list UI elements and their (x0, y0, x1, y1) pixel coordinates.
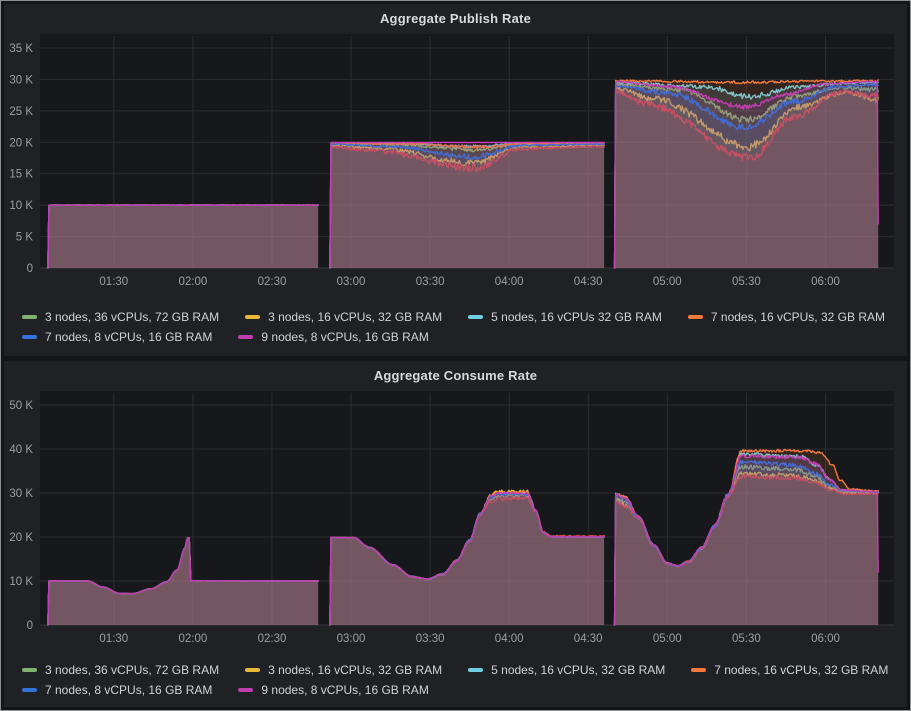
legend-item[interactable]: 3 nodes, 36 vCPUs, 72 GB RAM (22, 663, 219, 677)
legend-label: 9 nodes, 8 vCPUs, 16 GB RAM (261, 330, 428, 344)
x-axis-labels: 01:30 02:00 02:30 03:00 03:30 04:00 04:30 05:00… (99, 276, 839, 288)
legend-label: 9 nodes, 8 vCPUs, 16 GB RAM (261, 683, 428, 697)
svg-text:03:30: 03:30 (416, 276, 445, 288)
legend-label: 3 nodes, 16 vCPUs, 32 GB RAM (268, 663, 442, 677)
legend-item[interactable]: 7 nodes, 8 vCPUs, 16 GB RAM (22, 683, 212, 697)
series-swatch-icon (22, 335, 37, 339)
svg-text:04:00: 04:00 (495, 633, 524, 645)
svg-text:02:30: 02:30 (258, 633, 287, 645)
panel-aggregate-publish-rate: Aggregate Publish Rate 35 K 30 K 25 K 20 K 1… (4, 4, 907, 356)
panel-title-publish-rate[interactable]: Aggregate Publish Rate (4, 4, 907, 32)
legend-label: 7 nodes, 8 vCPUs, 16 GB RAM (45, 330, 212, 344)
legend-label: 7 nodes, 8 vCPUs, 16 GB RAM (45, 683, 212, 697)
legend-item[interactable]: 7 nodes, 16 vCPUs, 32 GB RAM (691, 663, 888, 677)
legend-label: 3 nodes, 36 vCPUs, 72 GB RAM (45, 663, 219, 677)
series-swatch-icon (22, 668, 37, 672)
legend-row: 7 nodes, 8 vCPUs, 16 GB RAM 9 nodes, 8 vC… (22, 327, 907, 347)
consume-rate-legend: 3 nodes, 36 vCPUs, 72 GB RAM 3 nodes, 16 … (4, 653, 907, 700)
series-area-6 (330, 142, 604, 268)
legend-label: 7 nodes, 16 vCPUs, 32 GB RAM (714, 663, 888, 677)
svg-text:0: 0 (27, 263, 33, 275)
svg-text:01:30: 01:30 (99, 633, 128, 645)
svg-text:03:30: 03:30 (416, 633, 445, 645)
svg-text:02:00: 02:00 (179, 633, 208, 645)
series-swatch-icon (22, 688, 37, 692)
svg-text:05:00: 05:00 (653, 633, 682, 645)
series-area-6 (48, 205, 318, 268)
svg-text:20 K: 20 K (9, 532, 33, 544)
series-swatch-icon (468, 668, 483, 672)
svg-text:35 K: 35 K (9, 43, 33, 55)
svg-text:03:00: 03:00 (337, 276, 366, 288)
publish-rate-legend: 3 nodes, 36 vCPUs, 72 GB RAM 3 nodes, 16 … (4, 296, 907, 347)
consume-rate-chart[interactable]: 50 K 40 K 30 K 20 K 10 K 0 01:30 02:00 02:30 03:0… (4, 389, 907, 653)
svg-text:10 K: 10 K (9, 576, 33, 588)
legend-label: 3 nodes, 16 vCPUs, 32 GB RAM (268, 310, 442, 324)
legend-row: 3 nodes, 36 vCPUs, 72 GB RAM 3 nodes, 16 … (22, 660, 907, 680)
svg-text:03:00: 03:00 (337, 633, 366, 645)
svg-text:50 K: 50 K (9, 400, 33, 412)
legend-row: 3 nodes, 36 vCPUs, 72 GB RAM 3 nodes, 16 … (22, 307, 907, 327)
legend-item[interactable]: 3 nodes, 36 vCPUs, 72 GB RAM (22, 310, 219, 324)
legend-item[interactable]: 7 nodes, 8 vCPUs, 16 GB RAM (22, 330, 212, 344)
legend-row: 7 nodes, 8 vCPUs, 16 GB RAM 9 nodes, 8 vC… (22, 680, 907, 700)
svg-text:25 K: 25 K (9, 106, 33, 118)
svg-text:02:00: 02:00 (179, 276, 208, 288)
svg-text:04:30: 04:30 (574, 276, 603, 288)
svg-text:0: 0 (27, 620, 33, 632)
legend-item[interactable]: 5 nodes, 16 vCPUs 32 GB RAM (468, 310, 662, 324)
svg-text:05:30: 05:30 (732, 633, 761, 645)
legend-label: 5 nodes, 16 vCPUs, 32 GB RAM (491, 663, 665, 677)
svg-text:40 K: 40 K (9, 444, 33, 456)
panel-title-consume-rate[interactable]: Aggregate Consume Rate (4, 361, 907, 389)
publish-rate-chart[interactable]: 35 K 30 K 25 K 20 K 15 K 10 K 5 K 0 01:30 02:00 02… (4, 32, 907, 296)
svg-text:04:30: 04:30 (574, 633, 603, 645)
legend-label: 7 nodes, 16 vCPUs, 32 GB RAM (711, 310, 885, 324)
dashboard: Aggregate Publish Rate 35 K 30 K 25 K 20 K 1… (1, 1, 910, 710)
legend-item[interactable]: 9 nodes, 8 vCPUs, 16 GB RAM (238, 330, 428, 344)
svg-text:05:00: 05:00 (653, 276, 682, 288)
legend-label: 5 nodes, 16 vCPUs 32 GB RAM (491, 310, 662, 324)
svg-text:06:00: 06:00 (811, 633, 840, 645)
svg-text:5 K: 5 K (16, 232, 34, 244)
svg-text:01:30: 01:30 (99, 276, 128, 288)
legend-item[interactable]: 9 nodes, 8 vCPUs, 16 GB RAM (238, 683, 428, 697)
svg-text:10 K: 10 K (9, 200, 33, 212)
svg-text:15 K: 15 K (9, 169, 33, 181)
svg-text:20 K: 20 K (9, 137, 33, 149)
svg-text:02:30: 02:30 (258, 276, 287, 288)
series-swatch-icon (238, 688, 253, 692)
x-axis-labels: 01:30 02:00 02:30 03:00 03:30 04:00 04:30 05:00… (99, 633, 839, 645)
legend-item[interactable]: 7 nodes, 16 vCPUs, 32 GB RAM (688, 310, 885, 324)
series-swatch-icon (688, 315, 703, 319)
series-area-6 (615, 81, 879, 268)
svg-text:05:30: 05:30 (732, 276, 761, 288)
series-swatch-icon (468, 315, 483, 319)
series-swatch-icon (22, 315, 37, 319)
y-axis-labels: 35 K 30 K 25 K 20 K 15 K 10 K 5 K 0 (9, 43, 33, 275)
series-swatch-icon (245, 315, 260, 319)
legend-item[interactable]: 3 nodes, 16 vCPUs, 32 GB RAM (245, 310, 442, 324)
svg-text:30 K: 30 K (9, 488, 33, 500)
legend-label: 3 nodes, 36 vCPUs, 72 GB RAM (45, 310, 219, 324)
y-axis-labels: 50 K 40 K 30 K 20 K 10 K 0 (9, 400, 33, 632)
legend-item[interactable]: 3 nodes, 16 vCPUs, 32 GB RAM (245, 663, 442, 677)
panel-aggregate-consume-rate: Aggregate Consume Rate 50 K 40 K 30 K 20 K 1… (4, 361, 907, 707)
legend-item[interactable]: 5 nodes, 16 vCPUs, 32 GB RAM (468, 663, 665, 677)
svg-text:04:00: 04:00 (495, 276, 524, 288)
series-swatch-icon (238, 335, 253, 339)
svg-text:06:00: 06:00 (811, 276, 840, 288)
series-swatch-icon (245, 668, 260, 672)
series-swatch-icon (691, 668, 706, 672)
svg-text:30 K: 30 K (9, 74, 33, 86)
